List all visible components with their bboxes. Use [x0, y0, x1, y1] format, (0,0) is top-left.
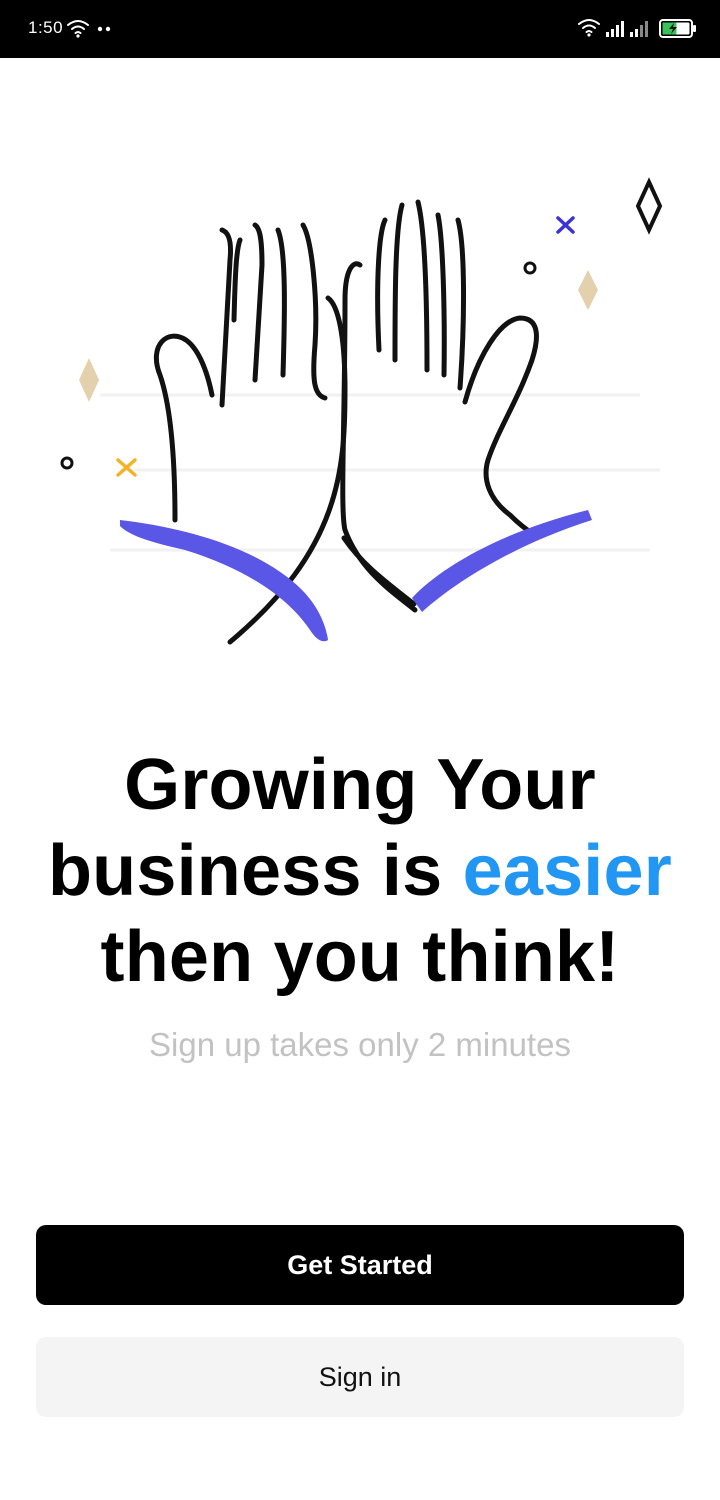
- high-five-hands-illustration: [60, 177, 663, 645]
- circle-icon: [523, 261, 537, 275]
- status-bar: 1:50: [0, 0, 720, 58]
- wifi-icon: [67, 20, 89, 34]
- hero-line-2: business is easier: [0, 828, 720, 914]
- circle-icon: [60, 456, 74, 470]
- battery-charging-icon: [659, 19, 696, 38]
- x-mark-icon: [116, 458, 137, 477]
- sign-in-button[interactable]: Sign in: [36, 1337, 684, 1417]
- right-sleeve: [412, 510, 592, 612]
- hero-headline: Growing Your business is easier then you…: [0, 742, 720, 1000]
- hero-line-1: Growing Your: [124, 745, 596, 825]
- status-right-icons: [578, 19, 696, 38]
- hero-line-2-prefix: business is: [48, 831, 463, 911]
- hero-accent-word: easier: [462, 831, 672, 911]
- get-started-button[interactable]: Get Started: [36, 1225, 684, 1305]
- diamond-outline-icon: [635, 177, 663, 235]
- dots-icon: [97, 26, 111, 32]
- wifi-icon: [578, 19, 600, 33]
- status-time: 1:50: [28, 18, 64, 37]
- hero-line-3: then you think!: [100, 917, 620, 997]
- status-left-icons: [67, 20, 111, 38]
- x-mark-icon: [556, 216, 575, 234]
- subtitle: Sign up takes only 2 minutes: [149, 1026, 571, 1063]
- left-hand: [153, 222, 348, 645]
- diamond-icon: [578, 270, 598, 310]
- left-sleeve: [120, 520, 328, 642]
- diamond-icon: [79, 358, 99, 402]
- signal-icon: [630, 21, 648, 37]
- signal-icon: [606, 21, 624, 37]
